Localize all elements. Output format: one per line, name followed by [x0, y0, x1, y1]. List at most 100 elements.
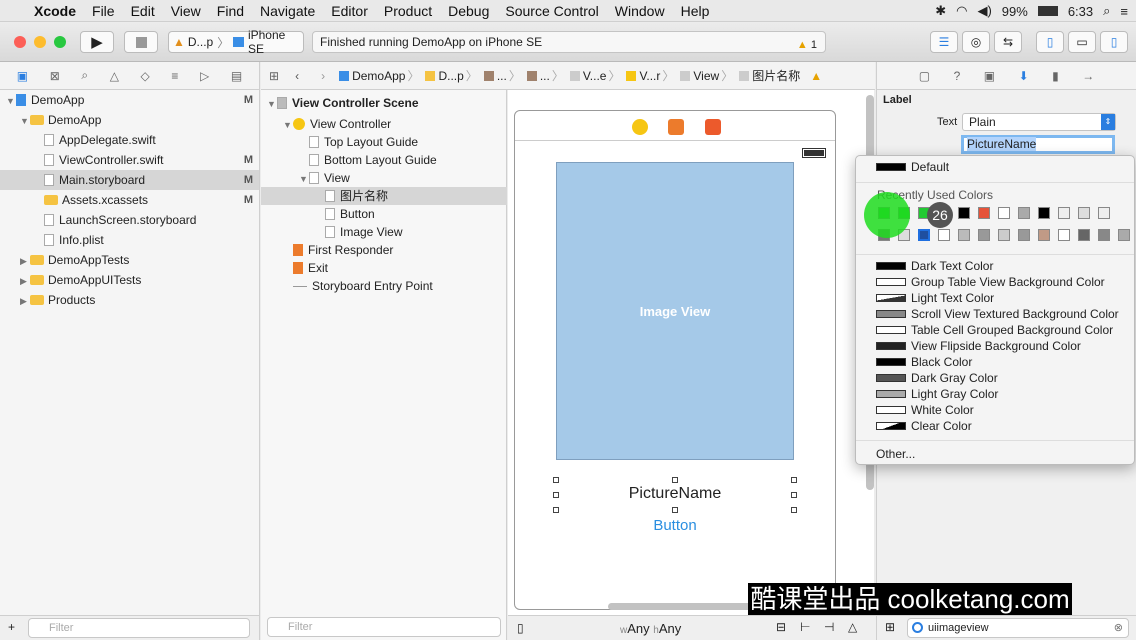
- menu-window[interactable]: Window: [607, 3, 673, 19]
- navigator-item[interactable]: Info.plist: [0, 230, 259, 250]
- navigator-item[interactable]: LaunchScreen.storyboard: [0, 210, 259, 230]
- resize-handle[interactable]: [791, 492, 797, 498]
- navigator-item[interactable]: AppDelegate.swift: [0, 130, 259, 150]
- text-value-field[interactable]: PictureName: [961, 135, 1115, 154]
- file-inspector-icon[interactable]: ▢: [919, 69, 930, 83]
- color-swatch[interactable]: [978, 207, 990, 219]
- color-swatch[interactable]: [938, 229, 950, 241]
- menu-navigate[interactable]: Navigate: [252, 3, 323, 19]
- help-icon[interactable]: ?: [954, 69, 961, 83]
- resize-handle[interactable]: [791, 477, 797, 483]
- warning-icon[interactable]: ▲: [810, 69, 822, 83]
- color-swatch[interactable]: [1098, 207, 1110, 219]
- grid-icon[interactable]: ⊞: [885, 620, 895, 634]
- library-filter-input[interactable]: uiimageview ⊗: [907, 618, 1129, 638]
- jump-bar-item[interactable]: View 〉: [680, 67, 733, 84]
- debug-icon[interactable]: ≡: [171, 69, 178, 83]
- battery-icon[interactable]: [1037, 6, 1058, 16]
- system-color-item[interactable]: Table Cell Grouped Background Color: [876, 322, 1113, 338]
- toggle-debug-button[interactable]: ▭: [1068, 31, 1096, 53]
- picture-name-label[interactable]: PictureName: [560, 485, 790, 503]
- system-color-item[interactable]: White Color: [876, 402, 974, 418]
- folder-icon[interactable]: ▣: [17, 69, 28, 83]
- menu-source-control[interactable]: Source Control: [497, 3, 606, 19]
- color-swatch[interactable]: [958, 207, 970, 219]
- outline-toggle-icon[interactable]: ▯: [517, 621, 524, 635]
- color-other[interactable]: Other...: [876, 446, 915, 462]
- outline-item[interactable]: ▼ View Controller: [261, 115, 507, 133]
- pin-icon[interactable]: ⊣: [824, 620, 834, 634]
- bluetooth-icon[interactable]: ✱: [935, 3, 946, 19]
- outline-scene[interactable]: ▼ View Controller Scene: [261, 93, 419, 113]
- color-swatch[interactable]: [1038, 207, 1050, 219]
- standard-editor-button[interactable]: ☰: [930, 31, 958, 53]
- jump-bar-item[interactable]: 图片名称: [739, 67, 800, 84]
- image-view[interactable]: Image View: [556, 162, 794, 460]
- find-icon[interactable]: ⌕: [81, 68, 88, 83]
- disclosure-icon[interactable]: ▶: [20, 291, 30, 311]
- system-color-item[interactable]: Dark Gray Color: [876, 370, 998, 386]
- color-swatch[interactable]: [1078, 207, 1090, 219]
- attributes-icon[interactable]: ⬇: [1019, 69, 1029, 83]
- volume-icon[interactable]: ◀): [977, 3, 991, 19]
- test-icon[interactable]: ◇: [141, 69, 150, 83]
- minimize-window-button[interactable]: [34, 36, 46, 48]
- disclosure-icon[interactable]: ▶: [20, 251, 30, 271]
- color-swatch[interactable]: [998, 229, 1010, 241]
- color-swatch[interactable]: [1018, 207, 1030, 219]
- menu-debug[interactable]: Debug: [440, 3, 497, 19]
- resize-handle[interactable]: [553, 507, 559, 513]
- related-items-icon[interactable]: ⊞: [269, 69, 279, 83]
- navigator-item[interactable]: ▼ DemoApp M: [0, 90, 259, 110]
- navigator-item[interactable]: ▼ DemoApp: [0, 110, 259, 130]
- jump-bar-item[interactable]: V...r 〉: [626, 67, 674, 84]
- color-swatch[interactable]: [1118, 229, 1130, 241]
- disclosure-icon[interactable]: ▼: [299, 170, 309, 188]
- forward-button[interactable]: ›: [321, 69, 325, 83]
- color-swatch[interactable]: [978, 229, 990, 241]
- color-default[interactable]: Default: [876, 159, 949, 175]
- system-color-item[interactable]: Scroll View Textured Background Color: [876, 306, 1119, 322]
- jump-bar-item[interactable]: ... 〉: [526, 67, 564, 84]
- report-icon[interactable]: ▤: [231, 69, 242, 83]
- menu-product[interactable]: Product: [376, 3, 440, 19]
- system-color-item[interactable]: Black Color: [876, 354, 972, 370]
- outline-item[interactable]: First Responder: [261, 241, 507, 259]
- menu-file[interactable]: File: [84, 3, 123, 19]
- clear-icon[interactable]: ⊗: [1114, 619, 1123, 637]
- view-controller-icon[interactable]: [632, 119, 648, 135]
- run-button[interactable]: ▶: [80, 31, 114, 53]
- navigator-item[interactable]: Assets.xcassets M: [0, 190, 259, 210]
- disclosure-icon[interactable]: ▼: [283, 116, 293, 134]
- connections-icon[interactable]: →: [1082, 69, 1094, 83]
- warning-badge[interactable]: ▲ 1: [797, 35, 817, 55]
- outline-filter-input[interactable]: Filter: [267, 617, 501, 637]
- list-icon[interactable]: ≡: [1120, 4, 1128, 19]
- size-class-selector[interactable]: wAny hAny: [620, 621, 681, 636]
- outline-item[interactable]: ▼ View: [261, 169, 507, 187]
- menu-help[interactable]: Help: [673, 3, 718, 19]
- color-swatch[interactable]: [918, 229, 930, 241]
- resolve-icon[interactable]: △: [848, 620, 857, 634]
- navigator-item[interactable]: ▶ DemoAppTests: [0, 250, 259, 270]
- disclosure-icon[interactable]: ▼: [6, 91, 16, 111]
- stop-button[interactable]: [124, 31, 158, 53]
- system-color-item[interactable]: Group Table View Background Color: [876, 274, 1105, 290]
- color-swatch[interactable]: [1018, 229, 1030, 241]
- text-type-select[interactable]: Plain ⇕: [962, 113, 1116, 131]
- outline-item[interactable]: Exit: [261, 259, 507, 277]
- outline-item[interactable]: Bottom Layout Guide: [261, 151, 507, 169]
- system-color-item[interactable]: View Flipside Background Color: [876, 338, 1081, 354]
- color-swatch[interactable]: [998, 207, 1010, 219]
- outline-item[interactable]: Storyboard Entry Point: [261, 277, 507, 295]
- system-color-item[interactable]: Dark Text Color: [876, 258, 993, 274]
- size-icon[interactable]: ▮: [1052, 69, 1059, 83]
- menu-edit[interactable]: Edit: [123, 3, 163, 19]
- menu-find[interactable]: Find: [209, 3, 252, 19]
- jump-bar-item[interactable]: ... 〉: [483, 67, 521, 84]
- identity-icon[interactable]: ▣: [984, 69, 995, 83]
- toggle-navigator-button[interactable]: ▯: [1036, 31, 1064, 53]
- close-window-button[interactable]: [14, 36, 26, 48]
- navigator-filter-input[interactable]: Filter: [28, 618, 250, 638]
- menu-view[interactable]: View: [163, 3, 209, 19]
